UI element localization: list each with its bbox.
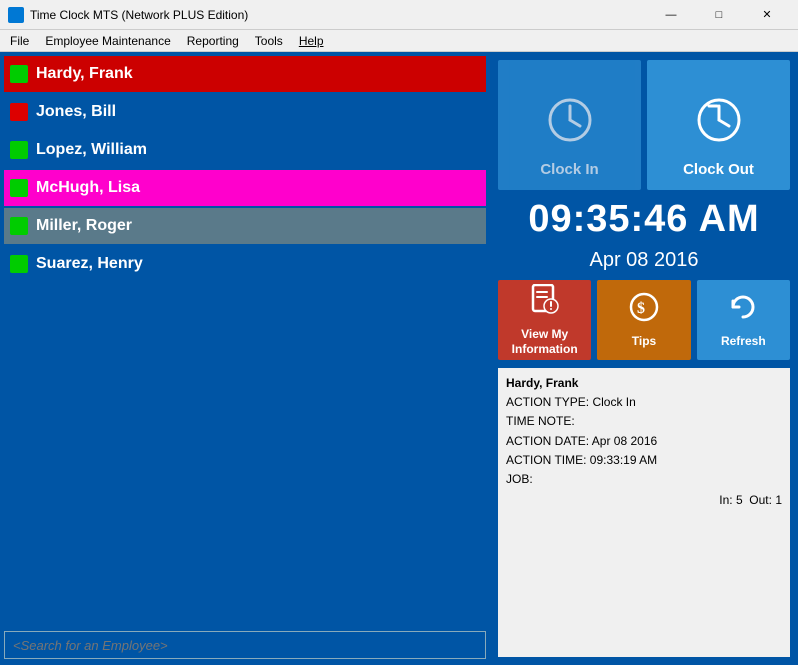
app-icon (8, 7, 24, 23)
info-job: JOB: (506, 470, 782, 489)
info-action-type: ACTION TYPE: Clock In (506, 393, 782, 412)
status-dot-lopez (10, 141, 28, 159)
right-panel: Clock In Clock Out 09:35:46 AM Apr 08 20… (490, 52, 798, 665)
employee-item-hardy[interactable]: Hardy, Frank (4, 56, 486, 92)
employee-item-suarez[interactable]: Suarez, Henry (4, 246, 486, 282)
view-info-icon (531, 284, 559, 323)
employee-item-jones[interactable]: Jones, Bill (4, 94, 486, 130)
date-display: Apr 08 2016 (590, 249, 699, 272)
clock-out-button[interactable]: Clock Out (647, 60, 790, 190)
search-container (4, 627, 486, 661)
employee-name-mchugh: McHugh, Lisa (36, 179, 140, 197)
refresh-label: Refresh (721, 334, 766, 348)
status-dot-miller (10, 217, 28, 235)
employee-list: Hardy, Frank Jones, Bill Lopez, William … (4, 56, 486, 625)
window-title: Time Clock MTS (Network PLUS Edition) (30, 8, 248, 22)
clock-out-label: Clock Out (683, 161, 754, 178)
svg-text:$: $ (637, 300, 645, 317)
status-dot-mchugh (10, 179, 28, 197)
in-out-summary: In: 5 Out: 1 (506, 489, 782, 507)
status-dot-suarez (10, 255, 28, 273)
tips-button[interactable]: $ Tips (597, 280, 690, 360)
employee-name-jones: Jones, Bill (36, 103, 116, 121)
menu-help[interactable]: Help (293, 32, 330, 50)
clock-in-button[interactable]: Clock In (498, 60, 641, 190)
window-controls: — □ ✕ (648, 0, 790, 30)
refresh-icon (727, 291, 759, 330)
maximize-button[interactable]: □ (696, 0, 742, 30)
employee-item-mchugh[interactable]: McHugh, Lisa (4, 170, 486, 206)
close-button[interactable]: ✕ (744, 0, 790, 30)
left-panel: Hardy, Frank Jones, Bill Lopez, William … (0, 52, 490, 665)
employee-name-lopez: Lopez, William (36, 141, 147, 159)
bottom-buttons-row: View MyInformation $ Tips (498, 280, 790, 360)
title-bar: Time Clock MTS (Network PLUS Edition) — … (0, 0, 798, 30)
status-dot-hardy (10, 65, 28, 83)
search-input[interactable] (4, 631, 486, 659)
action-buttons-row: Clock In Clock Out (498, 60, 790, 190)
info-employee-name: Hardy, Frank (506, 374, 782, 393)
view-info-button[interactable]: View MyInformation (498, 280, 591, 360)
info-time-note: TIME NOTE: (506, 412, 782, 431)
menu-employee-maintenance[interactable]: Employee Maintenance (39, 32, 176, 50)
employee-item-miller[interactable]: Miller, Roger (4, 208, 486, 244)
tips-label: Tips (632, 334, 656, 348)
minimize-button[interactable]: — (648, 0, 694, 30)
employee-name-hardy: Hardy, Frank (36, 65, 133, 83)
menu-reporting[interactable]: Reporting (181, 32, 245, 50)
main-area: Hardy, Frank Jones, Bill Lopez, William … (0, 52, 798, 665)
clock-in-icon (546, 96, 594, 153)
clock-in-label: Clock In (540, 161, 598, 178)
employee-name-suarez: Suarez, Henry (36, 255, 143, 273)
info-action-time: ACTION TIME: 09:33:19 AM (506, 451, 782, 470)
employee-item-lopez[interactable]: Lopez, William (4, 132, 486, 168)
status-dot-jones (10, 103, 28, 121)
menu-bar: File Employee Maintenance Reporting Tool… (0, 30, 798, 52)
refresh-button[interactable]: Refresh (697, 280, 790, 360)
menu-tools[interactable]: Tools (249, 32, 289, 50)
clock-out-icon (695, 96, 743, 153)
info-panel: Hardy, Frank ACTION TYPE: Clock In TIME … (498, 368, 790, 657)
info-action-date: ACTION DATE: Apr 08 2016 (506, 432, 782, 451)
tips-icon: $ (628, 291, 660, 330)
employee-name-miller: Miller, Roger (36, 217, 132, 235)
view-info-label: View MyInformation (512, 327, 578, 356)
time-display: 09:35:46 AM (528, 198, 759, 241)
menu-file[interactable]: File (4, 32, 35, 50)
